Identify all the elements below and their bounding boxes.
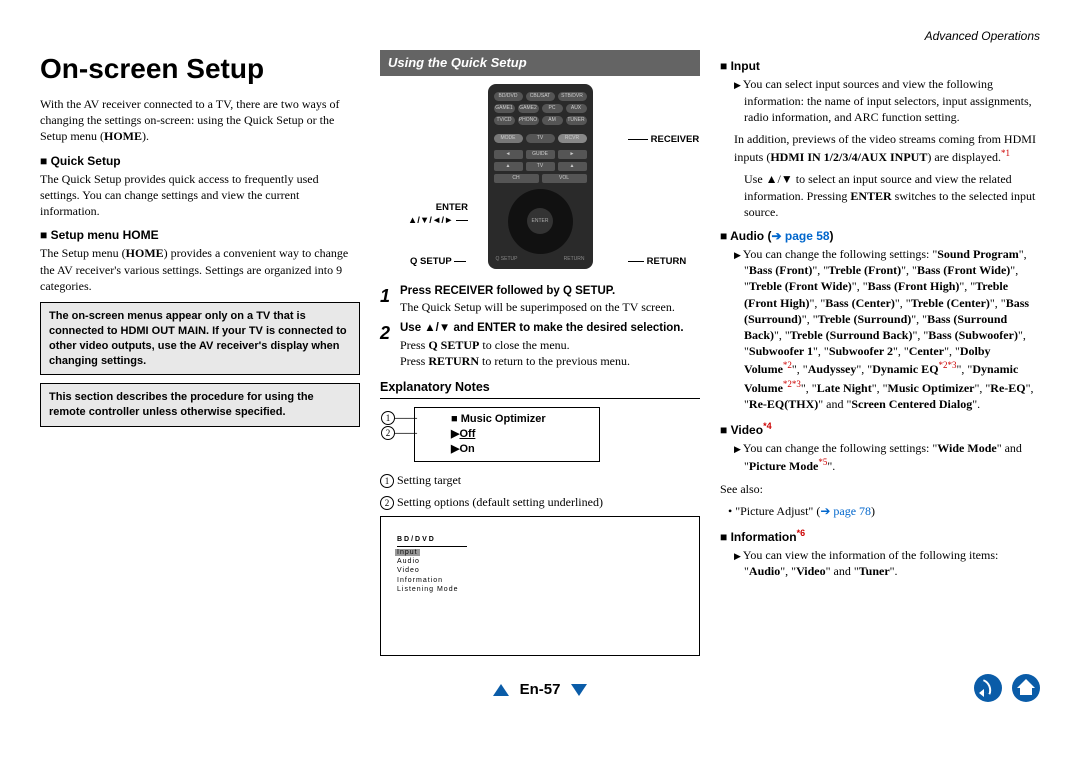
home-icon[interactable] — [1012, 674, 1040, 702]
note-box-2: This section describes the procedure for… — [40, 383, 360, 427]
osd-screenshot: BD/DVD Input Audio Video Information Lis… — [380, 516, 700, 656]
step-2: 2 Use ▲/▼ and ENTER to make the desired … — [380, 321, 700, 369]
column-3: Input You can select input sources and v… — [720, 50, 1040, 662]
label-qsetup: Q SETUP — [410, 256, 466, 269]
back-icon[interactable] — [974, 674, 1002, 702]
picture-adjust-line: • "Picture Adjust" (➔ page 78) — [728, 503, 1040, 519]
step-1: 1 Press RECEIVER followed by Q SETUP. Th… — [380, 284, 700, 316]
explanatory-example-box: 1——■ Music Optimizer 2——▶Off ▶On — [414, 407, 600, 462]
video-heading: Video*4 — [720, 420, 1040, 438]
video-body: You can change the following settings: "… — [734, 440, 1040, 474]
label-return: RETURN — [628, 256, 686, 269]
setup-menu-heading: Setup menu HOME — [40, 227, 360, 243]
explan-caption-1: 1 Setting target — [380, 472, 700, 488]
remote-diagram: BD/DVDCBL/SATSTB/DVR GAME1GAME2PCAUX TV/… — [380, 84, 700, 274]
intro-text: With the AV receiver connected to a TV, … — [40, 96, 360, 145]
audio-heading: Audio (➔ page 58) — [720, 228, 1040, 244]
nav-next-icon[interactable] — [571, 684, 587, 696]
input-heading: Input — [720, 58, 1040, 74]
input-para-2: In addition, previews of the video strea… — [734, 131, 1040, 165]
picture-page-link[interactable]: ➔ page 78 — [820, 504, 871, 518]
column-2: Using the Quick Setup BD/DVDCBL/SATSTB/D… — [380, 50, 700, 662]
header-section: Advanced Operations — [40, 28, 1040, 44]
label-receiver: RECEIVER — [628, 134, 699, 147]
see-also: See also: — [720, 481, 1040, 497]
explanatory-notes-heading: Explanatory Notes — [380, 379, 700, 399]
note-box-1: The on-screen menus appear only on a TV … — [40, 302, 360, 375]
explan-caption-2: 2 Setting options (default setting under… — [380, 494, 700, 510]
page-navigation: En-57 — [40, 680, 1040, 700]
audio-body: You can change the following settings: "… — [734, 246, 1040, 412]
label-enter: ENTER▲/▼/◄/► — [388, 202, 468, 228]
page-number: En-57 — [520, 681, 561, 698]
information-heading: Information*6 — [720, 527, 1040, 545]
page-title: On-screen Setup — [40, 50, 360, 88]
information-body: You can view the information of the foll… — [734, 547, 1040, 579]
input-para-1: You can select input sources and view th… — [734, 76, 1040, 125]
input-para-3: Use ▲/▼ to select an input source and vi… — [744, 171, 1040, 220]
setup-menu-body: The Setup menu (HOME) provides a conveni… — [40, 245, 360, 294]
quick-setup-heading: Quick Setup — [40, 153, 360, 169]
quick-setup-body: The Quick Setup provides quick access to… — [40, 171, 360, 220]
nav-prev-icon[interactable] — [493, 684, 509, 696]
using-quick-setup-bar: Using the Quick Setup — [380, 50, 700, 76]
audio-page-link[interactable]: ➔ page 58 — [771, 229, 829, 243]
column-1: On-screen Setup With the AV receiver con… — [40, 50, 360, 662]
